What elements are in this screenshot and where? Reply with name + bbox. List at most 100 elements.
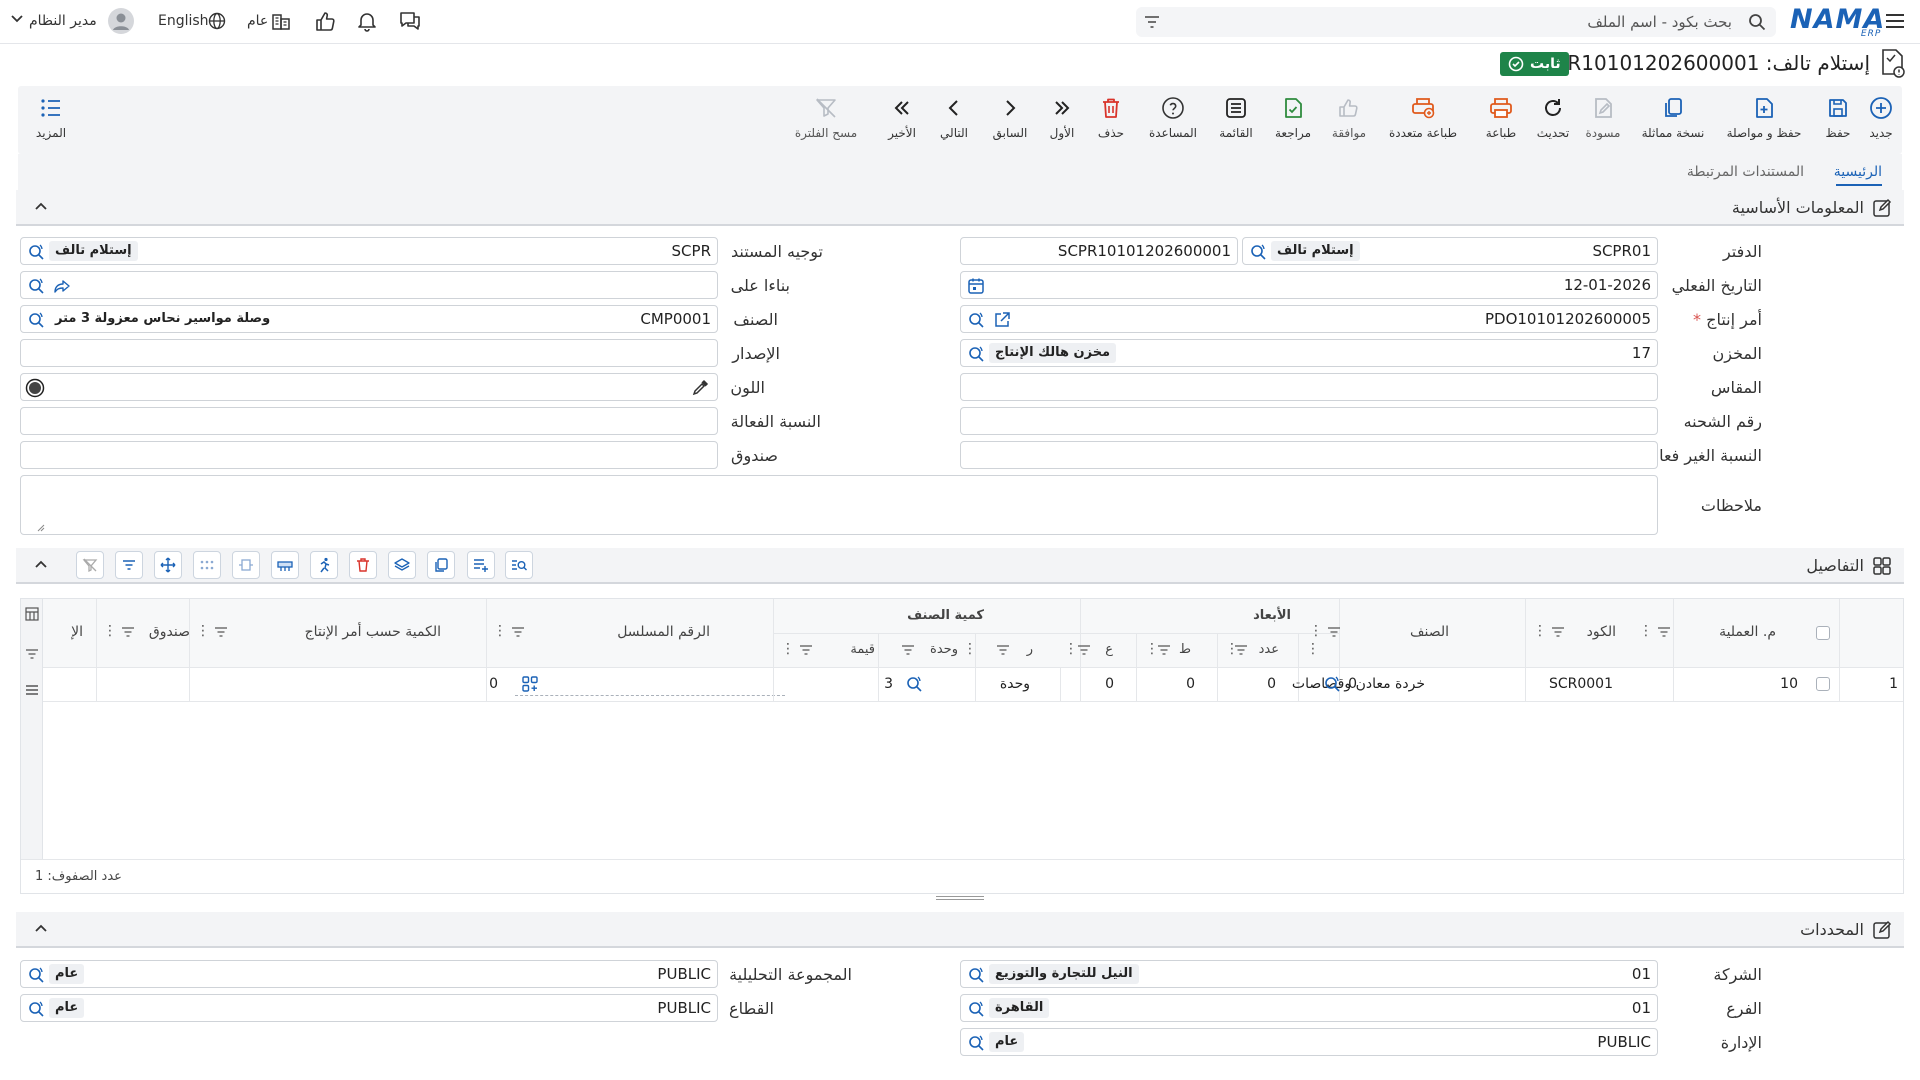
- header-production-qty-filter-icon[interactable]: [214, 626, 228, 638]
- eyedropper-icon[interactable]: [691, 379, 709, 397]
- lookup-icon[interactable]: [27, 311, 45, 329]
- lookup-icon[interactable]: [27, 243, 45, 261]
- language-switch[interactable]: English: [158, 13, 209, 29]
- save-button[interactable]: حفظ: [1818, 86, 1858, 150]
- header-length-menu-icon[interactable]: ⋮: [1225, 641, 1239, 657]
- approve-button[interactable]: موافقة: [1324, 86, 1374, 150]
- lookup-icon[interactable]: [1323, 675, 1341, 693]
- sector-field[interactable]: PUBLIC عام: [20, 994, 718, 1022]
- row-menu-icon[interactable]: [25, 683, 39, 697]
- tab-main[interactable]: الرئيسية: [1834, 164, 1882, 180]
- print-button[interactable]: طباعة: [1476, 86, 1526, 150]
- header-box-filter-icon[interactable]: [121, 626, 135, 638]
- draft-button[interactable]: مسودة: [1578, 86, 1628, 150]
- table-row[interactable]: 1 10 SCR0001 خردة معادن وقصاصات 0 0 0 0 …: [43, 668, 1903, 701]
- cell-unit[interactable]: وحدة: [1000, 676, 1030, 692]
- lookup-icon[interactable]: [27, 1000, 45, 1018]
- basic-info-header[interactable]: المعلومات الأساسية: [16, 190, 1904, 226]
- lookup-icon[interactable]: [967, 311, 985, 329]
- last-button[interactable]: الأخير: [878, 86, 926, 150]
- header-height-menu-icon[interactable]: ⋮: [1064, 641, 1078, 657]
- select-all-checkbox[interactable]: [1816, 626, 1830, 640]
- header-serial-filter-icon[interactable]: [511, 626, 525, 638]
- globe-icon[interactable]: [208, 12, 226, 30]
- header-width-filter-icon[interactable]: [1077, 644, 1091, 656]
- lookup-icon[interactable]: [967, 1000, 985, 1018]
- batch-field[interactable]: [960, 407, 1658, 435]
- grid-fit-columns-button[interactable]: [232, 551, 260, 579]
- bell-icon[interactable]: [356, 10, 378, 32]
- header-op-no-menu-icon[interactable]: ⋮: [1639, 623, 1653, 639]
- duplicate-button[interactable]: نسخة مماثلة: [1628, 86, 1718, 150]
- analytic-group-field[interactable]: PUBLIC عام: [20, 960, 718, 988]
- next-button[interactable]: التالي: [930, 86, 978, 150]
- filter-icon[interactable]: [1144, 14, 1160, 30]
- grid-dots-button[interactable]: [193, 551, 221, 579]
- header-code-filter-icon[interactable]: [1551, 626, 1565, 638]
- lookup-icon[interactable]: [967, 1034, 985, 1052]
- notes-textarea[interactable]: [20, 475, 1658, 535]
- chat-icon[interactable]: [398, 10, 422, 32]
- header-op-no-filter-icon[interactable]: [1657, 626, 1671, 638]
- user-dropdown-chevron-icon[interactable]: [10, 11, 24, 25]
- cell-value[interactable]: 3: [884, 676, 893, 692]
- cell-op-no[interactable]: 10: [1780, 676, 1798, 692]
- header-code-menu-icon[interactable]: ⋮: [1533, 623, 1547, 639]
- version-field[interactable]: [20, 339, 718, 367]
- chevron-up-icon[interactable]: [34, 922, 48, 936]
- save-continue-button[interactable]: حفظ و مواصلة: [1718, 86, 1810, 150]
- cell-serial[interactable]: [515, 672, 785, 696]
- grid-copy-button[interactable]: [427, 551, 455, 579]
- cell-width[interactable]: 0: [1186, 676, 1195, 692]
- header-item-menu-icon[interactable]: ⋮: [1309, 623, 1323, 639]
- header-count-menu-icon[interactable]: ⋮: [1306, 641, 1320, 657]
- header-serial-menu-icon[interactable]: ⋮: [493, 623, 507, 639]
- grid-add-rows-button[interactable]: [467, 551, 495, 579]
- warehouse-field[interactable]: 17 مخزن هالك الإنتاج: [960, 339, 1658, 367]
- header-item-filter-icon[interactable]: [1327, 626, 1341, 638]
- details-header[interactable]: التفاصيل: [16, 548, 1904, 584]
- color-field[interactable]: [20, 373, 718, 401]
- calendar-icon[interactable]: [967, 277, 985, 295]
- columns-icon[interactable]: [25, 607, 39, 621]
- row-checkbox[interactable]: [1816, 677, 1830, 691]
- lookup-icon[interactable]: [967, 966, 985, 984]
- grid-filter-button[interactable]: [115, 551, 143, 579]
- more-button[interactable]: المزيد: [26, 86, 76, 150]
- header-height-filter-icon[interactable]: [996, 644, 1010, 656]
- resize-handle-icon[interactable]: [37, 524, 45, 532]
- lookup-icon[interactable]: [967, 345, 985, 363]
- active-ratio-field[interactable]: [20, 407, 718, 435]
- box-field[interactable]: [20, 441, 718, 469]
- grid-clear-filter-button[interactable]: [76, 551, 104, 579]
- header-value-menu-icon[interactable]: ⋮: [781, 641, 795, 657]
- branch-field[interactable]: 01 القاهرة: [960, 994, 1658, 1022]
- review-button[interactable]: مراجعة: [1268, 86, 1318, 150]
- thumbs-up-icon[interactable]: [314, 10, 336, 32]
- tab-related-documents[interactable]: المستندات المرتبطة: [1687, 164, 1804, 180]
- grid-run-button[interactable]: [310, 551, 338, 579]
- avatar[interactable]: [108, 8, 134, 34]
- clear-filter-button[interactable]: مسح الفلترة: [788, 86, 864, 150]
- date-field[interactable]: 12-01-2026: [960, 271, 1658, 299]
- grid-move-button[interactable]: [154, 551, 182, 579]
- lookup-icon[interactable]: [27, 966, 45, 984]
- share-icon[interactable]: [53, 277, 71, 295]
- header-unit-filter-icon[interactable]: [901, 644, 915, 656]
- refresh-button[interactable]: تحديث: [1528, 86, 1578, 150]
- grid-layers-button[interactable]: [388, 551, 416, 579]
- lookup-icon[interactable]: [1249, 243, 1267, 261]
- help-button[interactable]: المساعدة: [1142, 86, 1204, 150]
- department-field[interactable]: PUBLIC عام: [960, 1028, 1658, 1056]
- production-order-field[interactable]: PDO10101202600005: [960, 305, 1658, 333]
- determinants-header[interactable]: المحددات: [16, 912, 1904, 948]
- header-width-menu-icon[interactable]: ⋮: [1145, 641, 1159, 657]
- menu-icon[interactable]: [1884, 10, 1906, 32]
- cell-length[interactable]: 0: [1267, 676, 1276, 692]
- grid-zoom-search-button[interactable]: [505, 551, 533, 579]
- lookup-icon[interactable]: [27, 277, 45, 295]
- chevron-up-icon[interactable]: [34, 558, 48, 572]
- cell-height[interactable]: 0: [1105, 676, 1114, 692]
- header-production-qty-menu-icon[interactable]: ⋮: [196, 623, 210, 639]
- grid-table-button[interactable]: [271, 551, 299, 579]
